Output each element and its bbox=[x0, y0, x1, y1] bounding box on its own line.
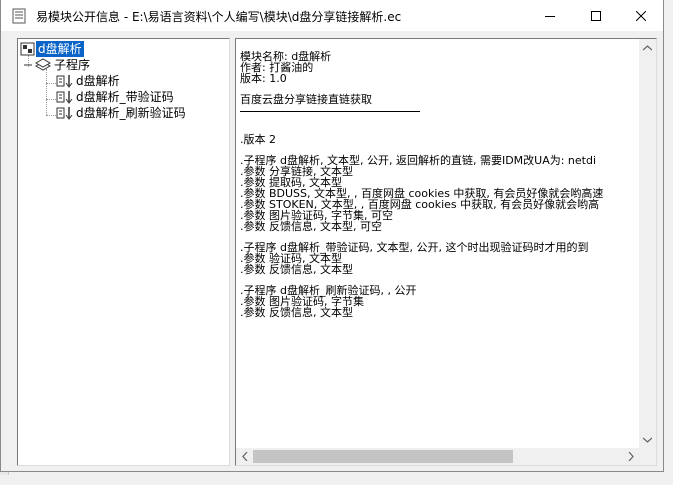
subroutine-icon bbox=[56, 91, 73, 104]
description-line: 百度云盘分享链接直链获取 bbox=[240, 93, 372, 106]
scroll-corner bbox=[639, 448, 656, 465]
document-icon bbox=[12, 8, 26, 24]
scroll-down-button[interactable] bbox=[639, 431, 656, 448]
vertical-scrollbar[interactable] bbox=[639, 39, 656, 448]
stack-icon bbox=[34, 58, 52, 71]
maximize-button[interactable] bbox=[573, 0, 619, 31]
module-info-window: 易模块公开信息 - E:\易语言资料\个人编写\模块\d盘分享链接解析.ec d… bbox=[0, 0, 664, 472]
minimize-button[interactable] bbox=[527, 0, 573, 31]
scroll-left-button[interactable] bbox=[236, 448, 253, 465]
chevron-left-icon bbox=[241, 452, 247, 461]
close-icon bbox=[636, 10, 646, 21]
module-tree[interactable]: d盘解析 子程序 d盘解析 d盘解析_带验证码 d盘解析_刷新验证码 bbox=[17, 38, 230, 466]
maximize-icon bbox=[591, 10, 601, 21]
collapse-icon[interactable] bbox=[22, 57, 34, 73]
tree-item-d-parse[interactable]: d盘解析 bbox=[56, 73, 122, 89]
chevron-right-icon bbox=[628, 452, 634, 461]
code-line: .参数 反馈信息, 文本型, 可空 bbox=[240, 220, 382, 233]
subroutine-icon bbox=[56, 107, 73, 120]
tree-item-d-parse-refresh[interactable]: d盘解析_刷新验证码 bbox=[56, 105, 188, 121]
tree-item-d-parse-captcha[interactable]: d盘解析_带验证码 bbox=[56, 89, 176, 105]
tree-root-label: d盘解析 bbox=[36, 41, 84, 57]
tree-group-node[interactable]: 子程序 bbox=[22, 57, 92, 73]
module-info-text[interactable]: 模块名称: d盘解析 作者: 打酱油的 版本: 1.0 百度云盘分享链接直链获取… bbox=[235, 38, 657, 466]
close-button[interactable] bbox=[618, 0, 664, 31]
tree-root-node[interactable]: d盘解析 bbox=[20, 41, 84, 57]
code-line: .参数 反馈信息, 文本型 bbox=[240, 306, 353, 319]
chevron-down-icon bbox=[643, 437, 652, 443]
minimize-icon bbox=[545, 15, 555, 17]
code-line: .参数 反馈信息, 文本型 bbox=[240, 263, 353, 276]
title-bar[interactable]: 易模块公开信息 - E:\易语言资料\个人编写\模块\d盘分享链接解析.ec bbox=[1, 0, 663, 31]
tree-item-label: d盘解析_带验证码 bbox=[76, 90, 174, 104]
horizontal-scroll-thumb[interactable] bbox=[253, 450, 513, 463]
vertical-scroll-track[interactable] bbox=[640, 56, 655, 431]
author-line: 作者: 打酱油的 bbox=[240, 61, 314, 74]
tree-item-label: d盘解析 bbox=[76, 74, 120, 88]
scroll-up-button[interactable] bbox=[639, 39, 656, 56]
tree-group-label: 子程序 bbox=[54, 58, 91, 72]
horizontal-scrollbar[interactable] bbox=[236, 448, 639, 465]
chevron-up-icon bbox=[643, 44, 652, 50]
subroutine-icon bbox=[56, 75, 73, 88]
tree-item-label: d盘解析_刷新验证码 bbox=[76, 106, 186, 120]
scroll-right-button[interactable] bbox=[622, 448, 639, 465]
version-directive: .版本 2 bbox=[240, 133, 276, 146]
module-icon bbox=[20, 42, 35, 56]
window-title: 易模块公开信息 - E:\易语言资料\个人编写\模块\d盘分享链接解析.ec bbox=[36, 10, 402, 24]
version-info-line: 版本: 1.0 bbox=[240, 72, 287, 85]
info-text-body: 模块名称: d盘解析 作者: 打酱油的 版本: 1.0 百度云盘分享链接直链获取… bbox=[240, 51, 638, 447]
separator-line bbox=[240, 111, 420, 112]
